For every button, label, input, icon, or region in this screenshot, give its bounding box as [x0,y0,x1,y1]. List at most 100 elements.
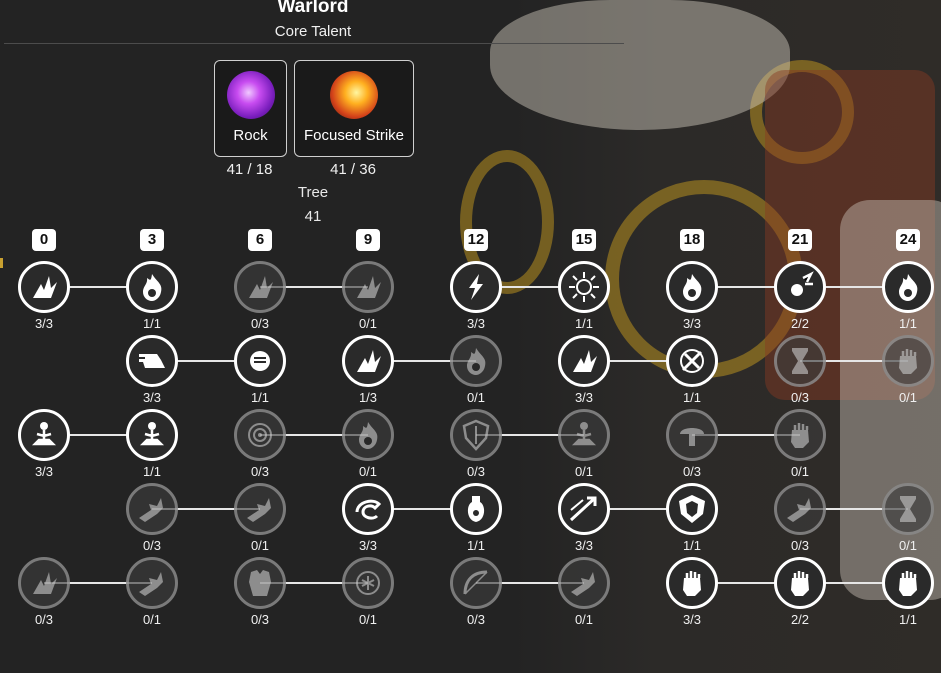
gauntlet-icon [891,344,925,378]
flame-icon [351,418,385,452]
talent-node[interactable] [882,335,934,387]
talent-node[interactable] [774,557,826,609]
talent-node[interactable] [18,409,70,461]
talent-node[interactable] [234,557,286,609]
talent-node-count: 0/3 [790,538,810,553]
talent-node[interactable] [774,261,826,313]
talent-node[interactable] [450,335,502,387]
talent-node[interactable] [882,483,934,535]
talent-node[interactable] [18,261,70,313]
talent-node[interactable] [342,335,394,387]
core-talent-rock[interactable]: Rock [214,60,287,157]
slash-icon [675,344,709,378]
crash-icon [783,492,817,526]
talent-node[interactable] [558,261,610,313]
talent-node-count: 3/3 [682,612,702,627]
talent-node[interactable] [450,409,502,461]
talent-node[interactable] [126,335,178,387]
potion-icon [459,492,493,526]
talent-node[interactable] [342,557,394,609]
talent-node[interactable] [774,483,826,535]
talent-node-count: 3/3 [34,316,54,331]
crash-icon [567,566,601,600]
talent-node-count: 0/3 [250,464,270,479]
level-badge-6: 6 [248,229,272,251]
talent-node[interactable] [774,335,826,387]
talent-node[interactable] [882,557,934,609]
talent-node[interactable] [450,557,502,609]
talent-node[interactable] [450,483,502,535]
talent-node[interactable] [666,483,718,535]
core-talent-focused-strike[interactable]: Focused Strike [294,60,414,157]
page-subtitle: Core Talent [274,23,352,40]
hourglass-icon [783,344,817,378]
level-badge-24: 24 [896,229,920,251]
talent-node[interactable] [774,409,826,461]
crash-icon [135,566,169,600]
tree-points-count: 41 [304,208,322,225]
flame-icon [459,344,493,378]
talent-node-count: 3/3 [466,316,486,331]
core-talent-label: Rock [233,127,268,144]
talent-node-count: 0/1 [898,390,918,405]
meditate-icon [135,418,169,452]
talent-node[interactable] [126,557,178,609]
talent-node[interactable] [882,261,934,313]
purple-crystal-icon [226,71,275,119]
level-badge-9: 9 [356,229,380,251]
talent-node[interactable] [234,261,286,313]
talent-node-count: 0/3 [34,612,54,627]
talent-node-count: 1/1 [574,316,594,331]
talent-node-count: 3/3 [34,464,54,479]
talent-node[interactable] [126,483,178,535]
crash-icon [243,492,277,526]
crest-icon [675,492,709,526]
talent-node-count: 0/1 [358,464,378,479]
talent-node-count: 3/3 [358,538,378,553]
shatter-icon [27,566,61,600]
talent-node[interactable] [234,483,286,535]
talent-node-count: 0/3 [142,538,162,553]
talent-node[interactable] [450,261,502,313]
talent-node[interactable] [234,335,286,387]
bow-icon [459,566,493,600]
talent-node[interactable] [558,409,610,461]
shatter-icon [351,270,385,304]
talent-node-count: 0/1 [142,612,162,627]
talent-node[interactable] [558,557,610,609]
flame-icon [891,270,925,304]
talent-node-count: 0/3 [466,464,486,479]
talent-node[interactable] [126,409,178,461]
gauntlet-icon [783,566,817,600]
talent-node[interactable] [234,409,286,461]
talent-node-count: 1/1 [142,316,162,331]
gauntlet-icon [783,418,817,452]
shatter-icon [243,270,277,304]
talent-node-count: 1/1 [898,316,918,331]
core-talent-count: 41 / 18 [226,161,273,178]
talent-node[interactable] [666,409,718,461]
talent-node[interactable] [342,483,394,535]
talent-node[interactable] [342,261,394,313]
talent-node[interactable] [666,335,718,387]
shield-icon [459,418,493,452]
talent-node-count: 0/1 [898,538,918,553]
talent-node[interactable] [126,261,178,313]
talent-node[interactable] [18,557,70,609]
talent-node[interactable] [558,335,610,387]
fire-strike-icon [330,71,378,119]
talent-node-count: 0/1 [358,316,378,331]
shatter-icon [351,344,385,378]
level-badge-3: 3 [140,229,164,251]
armor-icon [243,566,277,600]
hourglass-icon [891,492,925,526]
talent-node[interactable] [342,409,394,461]
talent-node[interactable] [666,557,718,609]
talent-node[interactable] [558,483,610,535]
talent-node[interactable] [666,261,718,313]
talent-node-count: 0/1 [466,390,486,405]
flame-icon [675,270,709,304]
level-badge-0: 0 [32,229,56,251]
gauntlet-icon [675,566,709,600]
target-icon [243,418,277,452]
